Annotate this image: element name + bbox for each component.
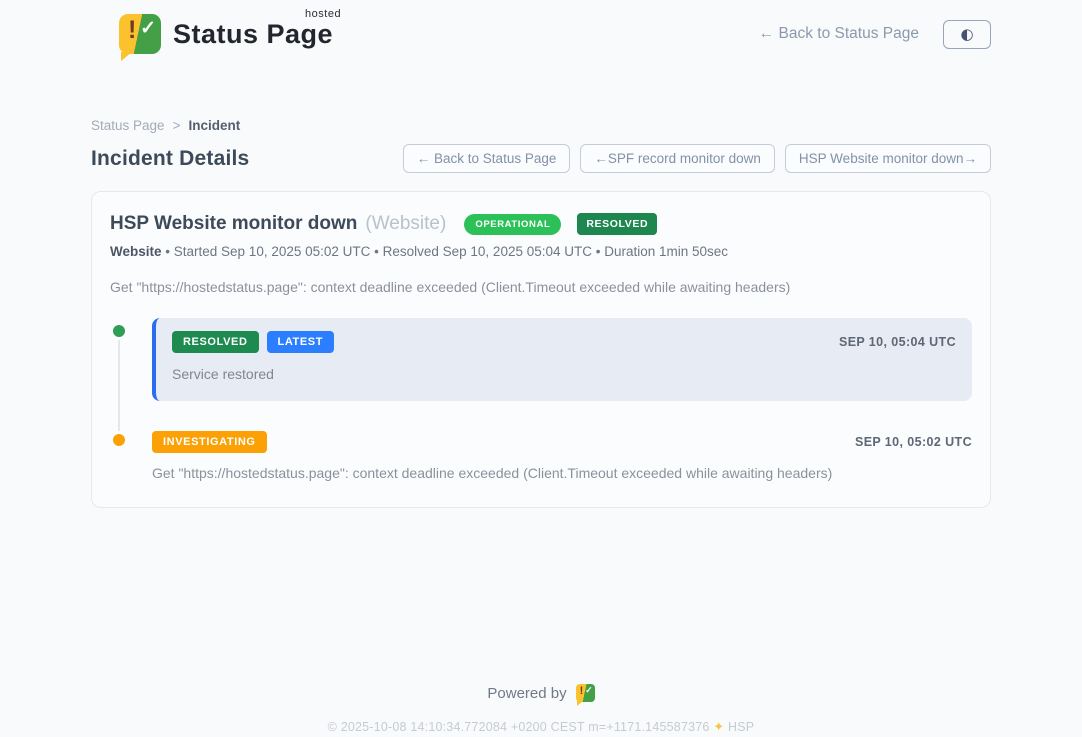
back-to-status-page-button[interactable]: ← Back to Status Page (403, 144, 571, 173)
incident-nav-buttons: ← Back to Status Page ←SPF record monito… (403, 144, 991, 173)
status-page-logo-icon: ! ✓ (119, 14, 161, 54)
breadcrumb-current: Incident (188, 118, 240, 133)
brand-name: Status Page hosted (173, 19, 333, 50)
site-logo[interactable]: ! ✓ Status Page hosted (119, 14, 333, 54)
theme-toggle-button[interactable]: ◐ (943, 20, 991, 49)
hosted-label: hosted (305, 8, 341, 20)
brand-text: Status Page (173, 19, 333, 49)
timeline-timestamp: SEP 10, 05:04 UTC (839, 335, 956, 349)
sparkles-icon: ✦ (713, 720, 724, 735)
timeline-message: Service restored (172, 366, 956, 382)
exclamation-glyph: ! (580, 686, 584, 697)
timeline-message: Get "https://hostedstatus.page": context… (152, 465, 972, 481)
powered-by-label: Powered by (487, 685, 566, 702)
timeline-entry-resolved: RESOLVED LATEST SEP 10, 05:04 UTC Servic… (110, 318, 972, 401)
timeline-latest-badge: LATEST (267, 331, 335, 353)
incident-description: Get "https://hostedstatus.page": context… (110, 279, 972, 295)
contrast-icon: ◐ (960, 27, 973, 42)
main-content: Status Page > Incident Incident Details … (91, 118, 991, 508)
site-footer: Powered by ! ✓ © 2025-10-08 14:10:34.772… (0, 684, 1082, 735)
next-incident-button[interactable]: HSP Website monitor down→ (785, 144, 991, 173)
incident-card: HSP Website monitor down (Website) OPERA… (91, 191, 991, 508)
check-glyph: ✓ (585, 686, 593, 695)
incident-title: HSP Website monitor down (110, 213, 357, 235)
powered-by-link[interactable]: Powered by ! ✓ (487, 684, 594, 702)
timeline-investigating-badge: INVESTIGATING (152, 431, 267, 453)
copyright-line: © 2025-10-08 14:10:34.772084 +0200 CEST … (0, 720, 1082, 735)
operational-badge: OPERATIONAL (464, 214, 561, 235)
incident-timeline: RESOLVED LATEST SEP 10, 05:04 UTC Servic… (110, 318, 972, 481)
timeline-dot-orange (110, 431, 128, 449)
timeline-entry-investigating: INVESTIGATING SEP 10, 05:02 UTC Get "htt… (110, 431, 972, 481)
resolved-badge: RESOLVED (577, 213, 657, 235)
copyright-text: © 2025-10-08 14:10:34.772084 +0200 CEST … (328, 720, 710, 734)
previous-incident-button[interactable]: ←SPF record monitor down (580, 144, 775, 173)
hsp-logo-icon: ! ✓ (576, 684, 595, 702)
meta-details: • Started Sep 10, 2025 05:02 UTC • Resol… (165, 244, 728, 259)
exclamation-glyph: ! (128, 18, 136, 43)
header-back-link[interactable]: ← Back to Status Page (759, 25, 919, 43)
timeline-timestamp: SEP 10, 05:02 UTC (855, 435, 972, 449)
breadcrumb-root[interactable]: Status Page (91, 118, 165, 133)
incident-component: (Website) (365, 213, 446, 235)
incident-meta: Website • Started Sep 10, 2025 05:02 UTC… (110, 244, 972, 259)
site-header: ! ✓ Status Page hosted ← Back to Status … (0, 0, 1082, 54)
breadcrumb: Status Page > Incident (91, 118, 991, 133)
brand-suffix: HSP (728, 720, 754, 734)
timeline-dot-green (110, 322, 128, 340)
timeline-latest-box: RESOLVED LATEST SEP 10, 05:04 UTC Servic… (152, 318, 972, 401)
breadcrumb-separator: > (173, 118, 181, 133)
timeline-resolved-badge: RESOLVED (172, 331, 259, 353)
meta-component: Website (110, 244, 162, 259)
check-glyph: ✓ (140, 19, 156, 38)
page-title: Incident Details (91, 147, 249, 171)
